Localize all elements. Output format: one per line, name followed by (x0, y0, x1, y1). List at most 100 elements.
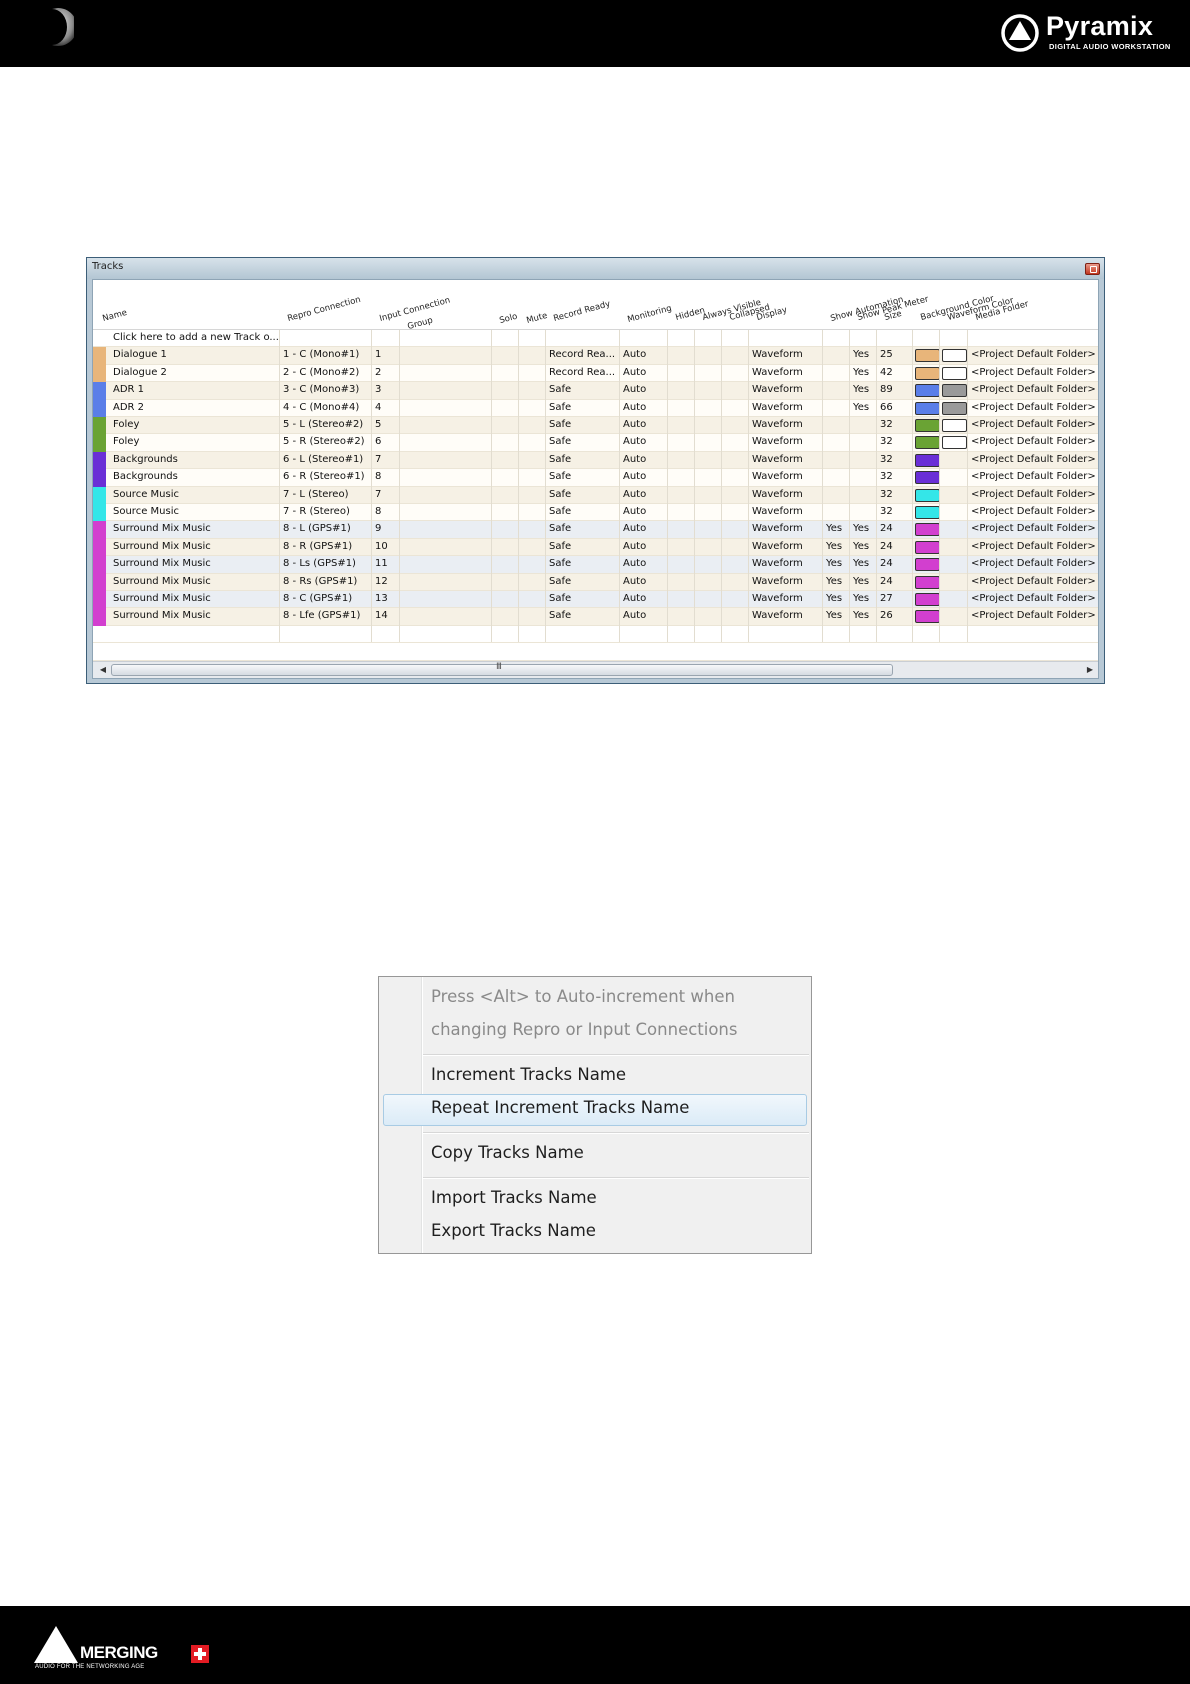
repro-connection-cell[interactable]: 5 - L (Stereo#2) (283, 419, 363, 430)
track-row[interactable]: Surround Mix Music 8 - L (GPS#1) 9 Safe Auto… (93, 521, 1098, 539)
display-cell[interactable]: Waveform (752, 610, 803, 621)
repro-connection-cell[interactable]: 7 - R (Stereo) (283, 506, 350, 517)
record-ready-cell[interactable]: Safe (549, 593, 571, 604)
show-peak-meter-cell[interactable]: Yes (853, 349, 869, 360)
repro-connection-cell[interactable]: 8 - Lfe (GPS#1) (283, 610, 360, 621)
add-track-row[interactable]: Click here to add a new Track o... (93, 330, 1098, 348)
input-connection-cell[interactable]: 5 (375, 419, 381, 430)
media-folder-cell[interactable]: <Project Default Folder> (971, 523, 1096, 534)
input-connection-cell[interactable]: 1 (375, 349, 381, 360)
record-ready-cell[interactable]: Safe (549, 402, 571, 413)
repro-connection-cell[interactable]: 8 - C (GPS#1) (283, 593, 352, 604)
background-color-swatch[interactable] (915, 436, 940, 450)
repro-connection-cell[interactable]: 6 - R (Stereo#1) (283, 471, 365, 482)
size-cell[interactable]: 32 (880, 471, 893, 482)
column-header-solo[interactable]: Solo (498, 312, 518, 326)
media-folder-cell[interactable]: <Project Default Folder> (971, 419, 1096, 430)
track-row[interactable]: ADR 2 4 - C (Mono#4) 4 Safe Auto Waveform Yes 6… (93, 399, 1098, 417)
background-color-swatch[interactable] (915, 453, 940, 467)
display-cell[interactable]: Waveform (752, 471, 803, 482)
size-cell[interactable]: 25 (880, 349, 893, 360)
size-cell[interactable]: 24 (880, 558, 893, 569)
background-color-swatch[interactable] (915, 593, 940, 606)
show-automation-cell[interactable]: Yes (826, 541, 842, 552)
media-folder-cell[interactable]: <Project Default Folder> (971, 471, 1096, 482)
track-row[interactable]: Surround Mix Music 8 - R (GPS#1) 10 Safe Aut… (93, 538, 1098, 557)
display-cell[interactable]: Waveform (752, 541, 803, 552)
record-ready-cell[interactable]: Safe (549, 576, 571, 587)
track-name-cell[interactable]: ADR 1 (113, 384, 144, 395)
display-cell[interactable]: Waveform (752, 454, 803, 465)
media-folder-cell[interactable]: <Project Default Folder> (971, 367, 1096, 378)
background-color-swatch[interactable] (915, 366, 940, 380)
repro-connection-cell[interactable]: 7 - L (Stereo) (283, 489, 348, 500)
show-peak-meter-cell[interactable]: Yes (853, 610, 869, 621)
size-cell[interactable]: 42 (880, 367, 893, 378)
size-cell[interactable]: 27 (880, 593, 893, 604)
monitoring-cell[interactable]: Auto (623, 471, 646, 482)
monitoring-cell[interactable]: Auto (623, 384, 646, 395)
input-connection-cell[interactable]: 2 (375, 367, 381, 378)
media-folder-cell[interactable]: <Project Default Folder> (971, 541, 1096, 552)
repro-connection-cell[interactable]: 2 - C (Mono#2) (283, 367, 359, 378)
media-folder-cell[interactable]: <Project Default Folder> (971, 349, 1096, 360)
display-cell[interactable]: Waveform (752, 367, 803, 378)
track-name-cell[interactable]: ADR 2 (113, 402, 144, 413)
monitoring-cell[interactable]: Auto (623, 593, 646, 604)
input-connection-cell[interactable]: 12 (375, 576, 388, 587)
record-ready-cell[interactable]: Safe (549, 610, 571, 621)
size-cell[interactable]: 32 (880, 436, 893, 447)
show-automation-cell[interactable]: Yes (826, 558, 842, 569)
repro-connection-cell[interactable]: 5 - R (Stereo#2) (283, 436, 365, 447)
show-automation-cell[interactable]: Yes (826, 576, 842, 587)
display-cell[interactable]: Waveform (752, 506, 803, 517)
monitoring-cell[interactable]: Auto (623, 523, 646, 534)
input-connection-cell[interactable]: 11 (375, 558, 388, 569)
column-header-repro[interactable]: Repro Connection (286, 295, 361, 324)
monitoring-cell[interactable]: Auto (623, 506, 646, 517)
size-cell[interactable]: 32 (880, 454, 893, 465)
repro-connection-cell[interactable]: 8 - L (GPS#1) (283, 523, 351, 534)
track-name-cell[interactable]: Source Music (113, 506, 179, 517)
size-cell[interactable]: 32 (880, 506, 893, 517)
record-ready-cell[interactable]: Safe (549, 523, 571, 534)
waveform-color-swatch[interactable] (942, 349, 967, 363)
media-folder-cell[interactable]: <Project Default Folder> (971, 402, 1096, 413)
track-name-cell[interactable]: Dialogue 2 (113, 367, 167, 378)
media-folder-cell[interactable]: <Project Default Folder> (971, 436, 1096, 447)
monitoring-cell[interactable]: Auto (623, 349, 646, 360)
track-name-cell[interactable]: Dialogue 1 (113, 349, 167, 360)
menu-item-increment-tracks-name[interactable]: Increment Tracks Name (431, 1065, 626, 1084)
show-automation-cell[interactable]: Yes (826, 523, 842, 534)
monitoring-cell[interactable]: Auto (623, 402, 646, 413)
horizontal-scrollbar[interactable]: ◀ III ▶ (93, 661, 1098, 678)
input-connection-cell[interactable]: 14 (375, 610, 388, 621)
background-color-swatch[interactable] (915, 349, 940, 363)
input-connection-cell[interactable]: 4 (375, 402, 381, 413)
waveform-color-swatch[interactable] (942, 384, 967, 398)
record-ready-cell[interactable]: Safe (549, 436, 571, 447)
repro-connection-cell[interactable]: 6 - L (Stereo#1) (283, 454, 363, 465)
scroll-right-icon[interactable]: ▶ (1083, 663, 1097, 677)
record-ready-cell[interactable]: Safe (549, 471, 571, 482)
repro-connection-cell[interactable]: 8 - R (GPS#1) (283, 541, 352, 552)
column-header-mute[interactable]: Mute (525, 311, 548, 326)
background-color-swatch[interactable] (915, 488, 940, 502)
monitoring-cell[interactable]: Auto (623, 489, 646, 500)
track-name-cell[interactable]: Surround Mix Music (113, 593, 211, 604)
repro-connection-cell[interactable]: 8 - Ls (GPS#1) (283, 558, 356, 569)
menu-item-copy-tracks-name[interactable]: Copy Tracks Name (431, 1143, 584, 1162)
monitoring-cell[interactable]: Auto (623, 541, 646, 552)
record-ready-cell[interactable]: Safe (549, 454, 571, 465)
track-name-cell[interactable]: Source Music (113, 489, 179, 500)
track-name-cell[interactable]: Backgrounds (113, 471, 178, 482)
track-row[interactable]: Dialogue 2 2 - C (Mono#2) 2 Record Rea... Au… (93, 364, 1098, 383)
track-row[interactable]: ADR 1 3 - C (Mono#3) 3 Safe Auto Waveform Yes 8… (93, 382, 1098, 400)
background-color-swatch[interactable] (915, 610, 940, 624)
show-automation-cell[interactable]: Yes (826, 593, 842, 604)
input-connection-cell[interactable]: 13 (375, 593, 388, 604)
size-cell[interactable]: 32 (880, 419, 893, 430)
track-row[interactable]: Source Music 7 - L (Stereo) 7 Safe Auto Wavef… (93, 486, 1098, 504)
repro-connection-cell[interactable]: 3 - C (Mono#3) (283, 384, 359, 395)
track-name-cell[interactable]: Surround Mix Music (113, 523, 211, 534)
